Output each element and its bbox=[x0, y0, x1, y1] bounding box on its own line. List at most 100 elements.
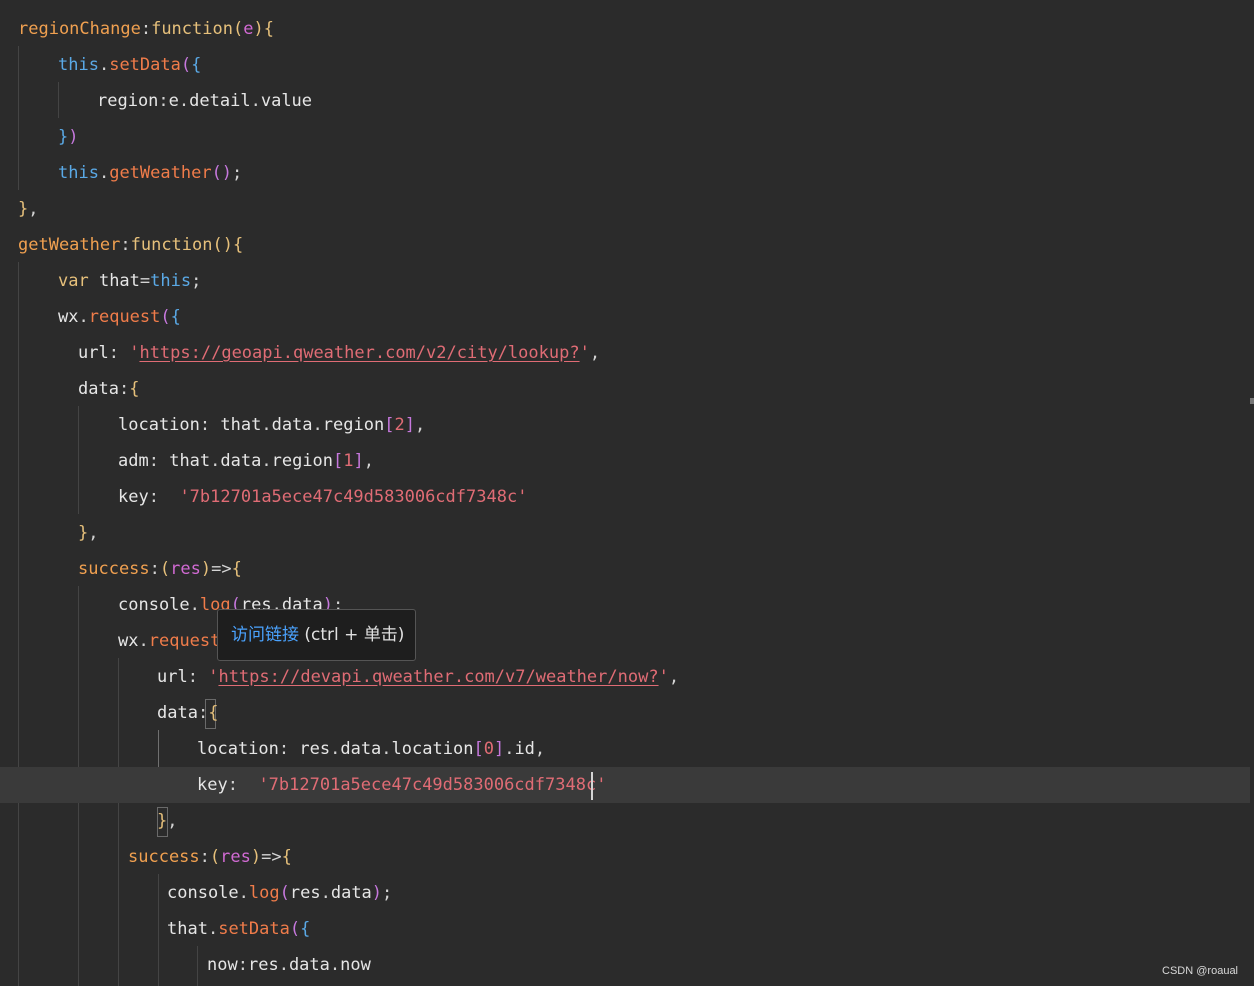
code-text: now:res.data.now bbox=[207, 947, 371, 983]
code-token: res bbox=[170, 559, 201, 579]
code-token: 2 bbox=[394, 415, 405, 435]
code-text: }) bbox=[58, 119, 79, 155]
code-token: : bbox=[140, 19, 152, 39]
code-token: ( bbox=[232, 19, 244, 39]
code-token: wx bbox=[118, 631, 139, 651]
code-token: { bbox=[129, 379, 140, 399]
code-token: ) bbox=[200, 559, 212, 579]
code-line[interactable]: console.log(res.data); bbox=[0, 875, 1250, 911]
code-line[interactable]: url: 'https://geoapi.qweather.com/v2/cit… bbox=[0, 335, 1250, 371]
code-token: [ bbox=[384, 415, 395, 435]
code-token: ) bbox=[68, 127, 79, 147]
vertical-scrollbar[interactable] bbox=[1250, 0, 1254, 986]
code-token: . bbox=[138, 631, 149, 651]
code-token: value bbox=[260, 91, 313, 111]
code-line[interactable]: var that=this; bbox=[0, 263, 1250, 299]
code-token: } bbox=[157, 811, 168, 831]
code-text: url: 'https://devapi.qweather.com/v7/wea… bbox=[157, 659, 679, 695]
code-text: success:(res)=>{ bbox=[78, 551, 242, 587]
code-token: regionChange bbox=[18, 19, 141, 39]
code-line[interactable]: console.log(res.data); bbox=[0, 587, 1250, 623]
code-token: ) bbox=[250, 847, 262, 867]
code-text: adm: that.data.region[1], bbox=[118, 443, 374, 479]
code-token: , bbox=[414, 415, 426, 435]
code-token: { bbox=[300, 919, 311, 939]
code-token: , bbox=[668, 667, 680, 687]
code-line[interactable]: data:{ bbox=[0, 371, 1250, 407]
code-token: , bbox=[534, 739, 546, 759]
code-token: ( bbox=[279, 883, 290, 903]
code-token: : bbox=[227, 775, 259, 795]
code-token: ' bbox=[129, 343, 140, 363]
url-link[interactable]: https://geoapi.qweather.com/v2/city/look… bbox=[139, 343, 579, 363]
code-token: { bbox=[232, 235, 244, 255]
code-line[interactable]: key: '7b12701a5ece47c49d583006cdf7348c' bbox=[0, 767, 1250, 803]
code-line[interactable]: regionChange:function(e){ bbox=[0, 11, 1250, 47]
code-token: wx bbox=[58, 307, 79, 327]
code-line[interactable]: that.setData({ bbox=[0, 911, 1250, 947]
code-token: data bbox=[340, 739, 382, 759]
code-token: console bbox=[167, 883, 239, 903]
code-token: { bbox=[281, 847, 292, 867]
code-token: : bbox=[237, 955, 248, 975]
code-line[interactable]: getWeather:function(){ bbox=[0, 227, 1250, 263]
tooltip-follow-link[interactable]: 访问链接 bbox=[231, 625, 299, 645]
code-line[interactable]: wx.request({ bbox=[0, 623, 1250, 659]
code-token: key bbox=[197, 775, 228, 795]
code-token: adm bbox=[118, 451, 149, 471]
code-token: : bbox=[187, 667, 209, 687]
code-text: regionChange:function(e){ bbox=[18, 11, 274, 47]
code-line[interactable]: now:res.data.now bbox=[0, 947, 1250, 983]
code-line[interactable]: region:e.detail.value bbox=[0, 83, 1250, 119]
code-token: '7b12701a5ece47c49d583006cdf7348c' bbox=[258, 775, 607, 795]
code-token: data bbox=[288, 955, 330, 975]
code-token: { bbox=[191, 55, 202, 75]
code-line[interactable]: success:(res)=>{ bbox=[0, 839, 1250, 875]
code-token: : bbox=[197, 703, 209, 723]
code-line[interactable]: data:{ bbox=[0, 695, 1250, 731]
text-cursor bbox=[591, 772, 593, 800]
code-token: { bbox=[208, 703, 219, 723]
code-line[interactable]: this.setData({ bbox=[0, 47, 1250, 83]
code-text: }, bbox=[18, 191, 39, 227]
code-token: : bbox=[148, 487, 180, 507]
code-text: url: 'https://geoapi.qweather.com/v2/cit… bbox=[78, 335, 600, 371]
code-token: [ bbox=[333, 451, 344, 471]
code-token: ) bbox=[253, 19, 264, 39]
code-line[interactable]: }, bbox=[0, 191, 1250, 227]
code-token: e bbox=[168, 91, 179, 111]
code-line[interactable]: adm: that.data.region[1], bbox=[0, 443, 1250, 479]
code-token: 0 bbox=[483, 739, 494, 759]
code-token: : bbox=[118, 379, 130, 399]
code-token: log bbox=[248, 883, 280, 903]
code-line[interactable]: success:(res)=>{ bbox=[0, 551, 1250, 587]
code-token: request bbox=[148, 631, 221, 651]
code-token: ; bbox=[232, 163, 243, 183]
code-token: now bbox=[207, 955, 238, 975]
code-token: var bbox=[58, 271, 89, 291]
code-line[interactable]: location: that.data.region[2], bbox=[0, 407, 1250, 443]
code-line[interactable]: }, bbox=[0, 803, 1250, 839]
scrollbar-marker bbox=[1250, 398, 1254, 404]
url-link[interactable]: https://devapi.qweather.com/v7/weather/n… bbox=[218, 667, 658, 687]
code-token: . bbox=[178, 91, 190, 111]
code-text: this.getWeather(); bbox=[58, 155, 242, 191]
code-line[interactable]: location: res.data.location[0].id, bbox=[0, 731, 1250, 767]
code-editor[interactable]: regionChange:function(e){ this.setData({… bbox=[0, 0, 1250, 986]
code-token: => bbox=[211, 559, 232, 579]
code-line[interactable]: }) bbox=[0, 119, 1250, 155]
code-token: : bbox=[158, 91, 169, 111]
code-token: that bbox=[167, 919, 208, 939]
code-token: data bbox=[271, 415, 313, 435]
code-token: () bbox=[212, 235, 233, 255]
code-line[interactable]: }, bbox=[0, 515, 1250, 551]
code-token: ; bbox=[382, 883, 393, 903]
code-line[interactable]: wx.request({ bbox=[0, 299, 1250, 335]
code-line[interactable]: url: 'https://devapi.qweather.com/v7/wea… bbox=[0, 659, 1250, 695]
code-token: = bbox=[139, 271, 151, 291]
code-token: e bbox=[243, 19, 254, 39]
code-text: that.setData({ bbox=[167, 911, 310, 947]
code-token: () bbox=[211, 163, 233, 183]
code-line[interactable]: this.getWeather(); bbox=[0, 155, 1250, 191]
code-line[interactable]: key: '7b12701a5ece47c49d583006cdf7348c' bbox=[0, 479, 1250, 515]
